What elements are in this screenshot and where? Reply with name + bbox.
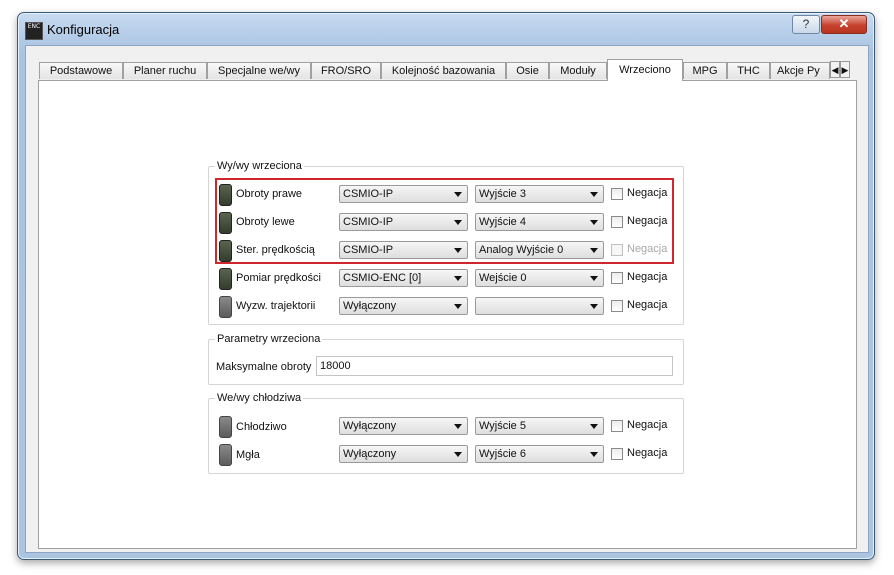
row-label: Pomiar prędkości: [236, 272, 321, 284]
title-bar[interactable]: ENC Konfiguracja ? ✕: [18, 13, 874, 43]
status-led-icon: [219, 416, 232, 438]
chevron-down-icon: [590, 304, 598, 309]
highlight-frame: [215, 178, 674, 264]
max-speed-input[interactable]: 18000: [316, 356, 673, 376]
port-select[interactable]: [475, 297, 604, 315]
tab-scroll-buttons: ◀ ▶: [830, 61, 858, 79]
spindle-io-title: Wy/wy wrzeciona: [215, 160, 304, 172]
negation-checkbox[interactable]: [611, 448, 623, 460]
tab-scroll-right-icon[interactable]: ▶: [840, 61, 850, 78]
chevron-down-icon: [454, 304, 462, 309]
spindle-io-group: Wy/wy wrzeciona Obroty prawe CSMIO-IP Wy…: [208, 160, 684, 325]
tab-thc[interactable]: THC: [727, 62, 770, 79]
configuration-window: ENC Konfiguracja ? ✕ Podstawowe Planer r…: [17, 12, 875, 560]
chevron-down-icon: [454, 452, 462, 457]
tab-scroll-left-icon[interactable]: ◀: [830, 61, 840, 78]
tab-kolejnosc-bazowania[interactable]: Kolejność bazowania: [381, 62, 506, 79]
spindle-params-group: Parametry wrzeciona Maksymalne obroty 18…: [208, 333, 684, 385]
tab-podstawowe[interactable]: Podstawowe: [39, 62, 123, 79]
negation-checkbox[interactable]: [611, 420, 623, 432]
negation-label: Negacja: [627, 419, 668, 431]
row-label: Wyzw. trajektorii: [236, 300, 316, 312]
tab-wrzeciono[interactable]: Wrzeciono: [607, 59, 683, 81]
coolant-io-group: We/wy chłodziwa Chłodziwo Wyłączony Wyjś…: [208, 392, 684, 474]
device-select[interactable]: CSMIO-ENC [0]: [339, 269, 468, 287]
max-speed-label: Maksymalne obroty: [216, 361, 312, 373]
tab-akcje-py[interactable]: Akcje Py: [770, 62, 830, 79]
tab-specjalne-we-wy[interactable]: Specjalne we/wy: [207, 62, 311, 79]
help-button[interactable]: ?: [792, 15, 820, 34]
status-led-icon: [219, 268, 232, 290]
port-select[interactable]: Wyjście 5: [475, 417, 604, 435]
negation-checkbox[interactable]: [611, 272, 623, 284]
tab-planer-ruchu[interactable]: Planer ruchu: [123, 62, 207, 79]
status-led-icon: [219, 444, 232, 466]
tab-osie[interactable]: Osie: [506, 62, 549, 79]
chevron-down-icon: [590, 424, 598, 429]
device-select[interactable]: Wyłączony: [339, 417, 468, 435]
tab-page-wrzeciono: Wy/wy wrzeciona Obroty prawe CSMIO-IP Wy…: [38, 80, 857, 549]
app-icon: ENC: [25, 22, 43, 40]
spindle-params-title: Parametry wrzeciona: [215, 333, 323, 345]
port-select[interactable]: Wyjście 6: [475, 445, 604, 463]
device-select[interactable]: Wyłączony: [339, 445, 468, 463]
tab-bar: Podstawowe Planer ruchu Specjalne we/wy …: [39, 59, 858, 81]
tab-moduly[interactable]: Moduły: [549, 62, 607, 79]
negation-label: Negacja: [627, 271, 668, 283]
dialog-body: Podstawowe Planer ruchu Specjalne we/wy …: [25, 45, 869, 553]
negation-label: Negacja: [627, 299, 668, 311]
chevron-down-icon: [590, 276, 598, 281]
negation-label: Negacja: [627, 447, 668, 459]
device-select[interactable]: Wyłączony: [339, 297, 468, 315]
tab-mpg[interactable]: MPG: [683, 62, 727, 79]
chevron-down-icon: [454, 424, 462, 429]
tab-fro-sro[interactable]: FRO/SRO: [311, 62, 381, 79]
close-button[interactable]: ✕: [821, 15, 867, 34]
chevron-down-icon: [454, 276, 462, 281]
chevron-down-icon: [590, 452, 598, 457]
row-label: Chłodziwo: [236, 421, 287, 433]
row-label: Mgła: [236, 449, 260, 461]
window-title: Konfiguracja: [47, 22, 120, 37]
port-select[interactable]: Wejście 0: [475, 269, 604, 287]
coolant-io-title: We/wy chłodziwa: [215, 392, 304, 404]
negation-checkbox[interactable]: [611, 300, 623, 312]
status-led-icon: [219, 296, 232, 318]
